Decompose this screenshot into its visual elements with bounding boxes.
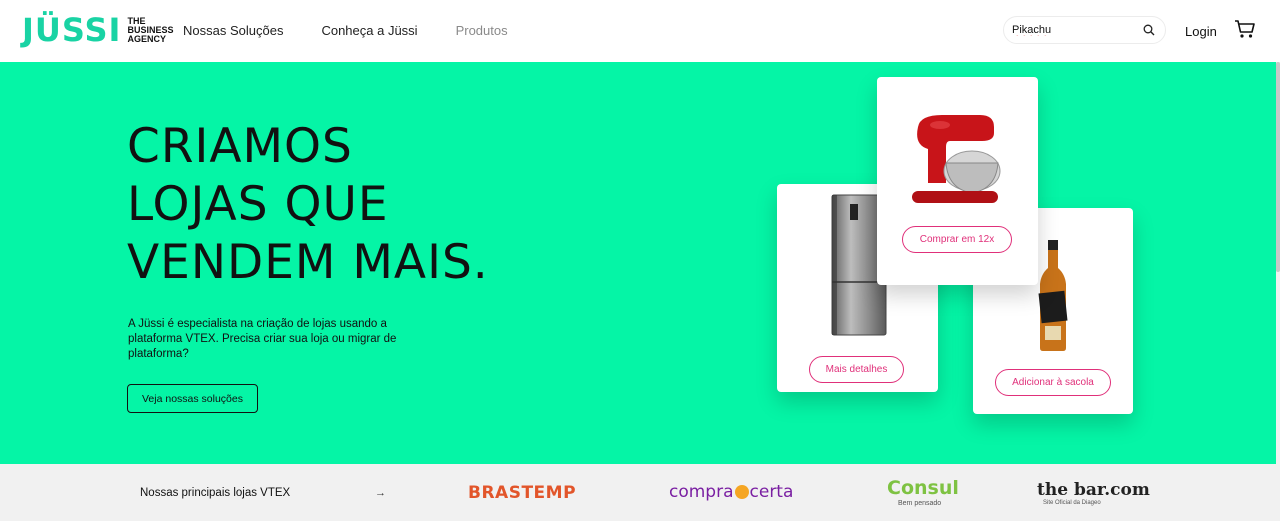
nav-item-solucoes[interactable]: Nossas Soluções <box>183 23 283 38</box>
brastemp-logo[interactable]: BRASTEMP <box>468 483 576 503</box>
main-nav: Nossas Soluções Conheça a Jüssi Produtos <box>183 23 546 38</box>
logo-tag-line: AGENCY <box>127 33 166 44</box>
consul-logo[interactable]: Consul <box>887 477 959 499</box>
nav-item-conheca[interactable]: Conheça a Jüssi <box>321 23 417 38</box>
add-to-bag-button[interactable]: Adicionar à sacola <box>995 369 1111 396</box>
headline-line: VENDEM MAIS. <box>127 235 489 290</box>
whisky-bottle-image <box>1038 240 1068 351</box>
details-button[interactable]: Mais detalhes <box>809 356 904 383</box>
product-card-mixer: Comprar em 12x <box>877 77 1038 285</box>
cart-icon[interactable] <box>1234 19 1256 39</box>
scrollbar-thumb[interactable] <box>1276 62 1280 272</box>
login-link[interactable]: Login <box>1185 24 1217 39</box>
thebar-tagline: Site Oficial da Diageo <box>1043 500 1101 506</box>
arrow-right-icon[interactable]: → <box>375 487 386 499</box>
brands-title: Nossas principais lojas VTEX <box>140 487 291 499</box>
brands-strip: Nossas principais lojas VTEX → BRASTEMP … <box>0 464 1276 521</box>
stand-mixer-image <box>912 115 1001 203</box>
headline-line: CRIAMOS <box>127 119 353 174</box>
thebar-logo[interactable]: the bar.com <box>1037 480 1150 500</box>
compracerta-text: compra <box>669 482 734 502</box>
jussi-logo[interactable]: JÜSSI THE BUSINESS AGENCY <box>22 12 187 48</box>
compracerta-text: certa <box>749 482 794 502</box>
site-header: JÜSSI THE BUSINESS AGENCY Nossas Soluçõe… <box>0 0 1280 62</box>
nav-item-produtos[interactable]: Produtos <box>456 23 508 38</box>
logo-mark: JÜSSI <box>22 11 122 49</box>
headline-line: LOJAS QUE <box>127 177 389 232</box>
hero-description: A Jüssi é especialista na criação de loj… <box>128 318 397 360</box>
search-input[interactable] <box>1012 24 1132 36</box>
compracerta-logo[interactable]: compra certa <box>669 482 793 502</box>
compracerta-dot <box>734 485 749 499</box>
search-box <box>1003 16 1166 44</box>
buy-installments-button[interactable]: Comprar em 12x <box>902 226 1012 253</box>
logo-tagline: THE BUSINESS AGENCY <box>127 16 187 44</box>
consul-tagline: Bem pensado <box>898 500 942 507</box>
search-icon[interactable] <box>1143 24 1155 36</box>
hero-headline: CRIAMOS LOJAS QUE VENDEM MAIS. <box>127 118 527 292</box>
solutions-button[interactable]: Veja nossas soluções <box>127 384 258 413</box>
